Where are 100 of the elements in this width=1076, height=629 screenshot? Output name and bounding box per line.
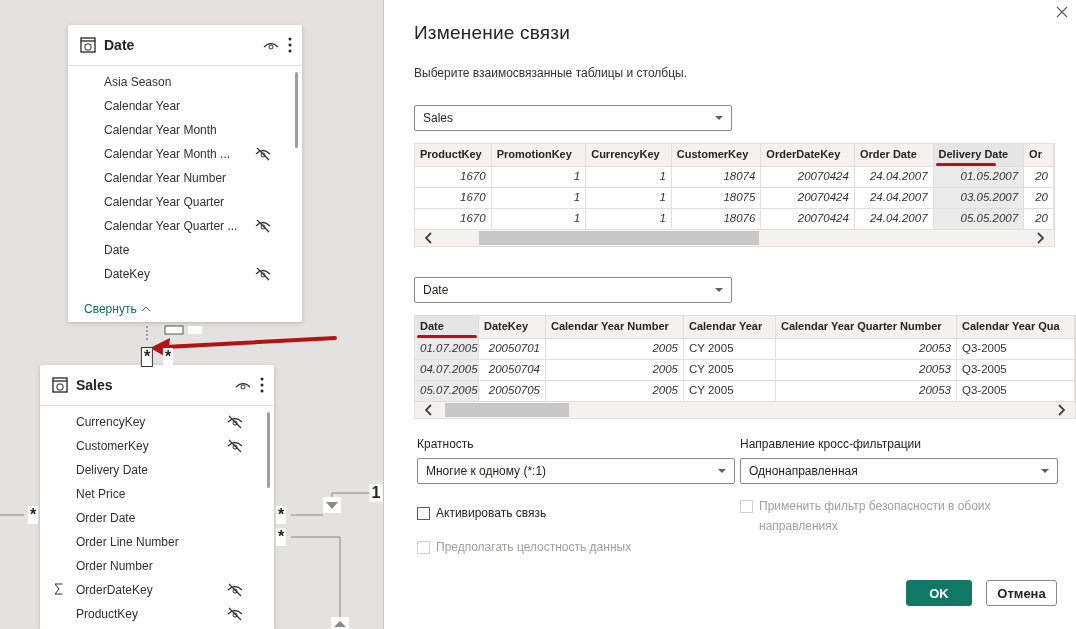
table-cell: 1670 [415,187,492,208]
chevron-up-icon[interactable] [140,306,151,312]
dropdown-caret-icon [1041,469,1049,473]
table-cell: 1 [491,166,587,187]
field-name[interactable]: DateKey [104,267,254,281]
field-name[interactable]: ProductKey [76,607,226,621]
table-card[interactable]: Sales CurrencyKey CustomerKey Delivery Date Net Price Order Date Order Line Number Order Number OrderDateKey ProductKey [40,365,274,629]
field-name[interactable]: Date [104,243,254,257]
table-cell: 20 [1024,166,1054,187]
checkbox[interactable] [417,507,430,520]
table-cell: CY 2005 [684,338,776,359]
table-title: Date [104,37,136,53]
more-options-icon[interactable] [260,377,264,393]
field-label: Направление кросс-фильтрации [740,437,922,451]
cardinality-dropdown[interactable]: Многие к одному (*:1) [417,458,735,484]
field-name[interactable]: Calendar Year Month ... [104,147,254,161]
column-header[interactable]: Date [415,316,479,338]
scroll-right-icon[interactable] [1036,232,1044,244]
scrollbar[interactable] [267,412,270,488]
close-icon[interactable] [1056,6,1068,18]
table-dropdown[interactable]: Sales [414,105,732,131]
field-name[interactable]: Order Number [76,559,226,573]
table-cell: 18075 [671,187,762,208]
hidden-eye-icon[interactable] [254,147,272,161]
table-title: Sales [76,377,114,393]
table-cell: 20053 [776,338,957,359]
scroll-left-icon[interactable] [425,404,433,416]
column-header[interactable]: Delivery Date [933,144,1025,166]
hidden-eye-icon[interactable] [226,607,244,621]
table-cell: 20050701 [479,338,546,359]
cancel-button[interactable]: Отмена [986,580,1057,606]
relationship-handle[interactable] [188,326,202,334]
ok-button[interactable]: OK [906,580,972,606]
hidden-eye-icon[interactable] [226,583,244,597]
dropdown-caret-icon [715,288,723,292]
table-cell: 1670 [415,166,492,187]
table-cell: 18074 [671,166,762,187]
table-cell: 1 [586,187,672,208]
table-cell: 20070424 [761,187,855,208]
table-icon [52,377,68,393]
scroll-left-icon[interactable] [425,232,433,244]
scrollbar-thumb[interactable] [445,403,569,417]
table-cell: 1 [491,208,587,229]
field-name[interactable]: Net Price [76,487,226,501]
dialog-subtitle: Выберите взаимосвязанные таблицы и столбцы. [414,66,689,80]
relationship-handle[interactable] [164,325,184,335]
table-cell: 01.07.2005 [415,338,479,359]
field-name[interactable]: Asia Season [104,75,254,89]
table-cell: CY 2005 [684,380,776,401]
scrollbar[interactable] [295,72,298,148]
hidden-eye-icon[interactable] [226,439,244,453]
scrollbar-thumb[interactable] [479,231,759,245]
field-name[interactable]: Calendar Year Month [104,123,254,137]
table-cell: CY 2005 [684,359,776,380]
field-name[interactable]: Calendar Year Quarter ... [104,219,254,233]
field-name[interactable]: CurrencyKey [76,415,226,429]
table-cell: 20070424 [761,166,855,187]
field-name[interactable]: CustomerKey [76,439,226,453]
table-cell: 20053 [776,380,957,401]
table-cell: 1670 [415,208,492,229]
table-cell: 20050705 [479,380,546,401]
table-cell: 04.07.2005 [415,359,479,380]
checkbox-label: Активировать связь [436,506,547,520]
field-name[interactable]: OrderDateKey [76,583,226,597]
cardinality-marker: * [27,506,39,524]
table-cell: 2005 [546,380,684,401]
collapse-link[interactable]: Свернуть [84,302,151,316]
hidden-eye-icon[interactable] [254,219,272,233]
table-cell: 03.05.2007 [933,187,1025,208]
table-cell: 20050704 [479,359,546,380]
table-card[interactable]: Date Asia Season Calendar Year Calendar Year Month Calendar Year Month ... Calendar Year Number Calendar Year Quarter Calendar Year Quarter ... Date DateKey Свернуть [68,25,302,322]
scroll-right-icon[interactable] [1057,404,1065,416]
table-cell: 20 [1024,187,1054,208]
hidden-eye-icon[interactable] [254,267,272,281]
table-cell: Q3-2005 [957,359,1075,380]
table-cell: Q3-2005 [957,338,1075,359]
table-cell: 01.05.2007 [933,166,1025,187]
hidden-eye-icon[interactable] [226,415,244,429]
table-cell: Q3-2005 [957,380,1075,401]
cardinality-marker: * [275,528,287,546]
more-options-icon[interactable] [288,37,292,53]
cardinality-marker: * [140,347,154,367]
dropdown-caret-icon [715,116,723,120]
field-name[interactable]: Calendar Year Number [104,171,254,185]
field-name[interactable]: Order Date [76,511,226,525]
table-cell: 05.05.2007 [933,208,1025,229]
checkbox-label: Применить фильтр безопасности в обоих направлениях [759,498,992,535]
table-icon [80,37,96,53]
table-dropdown[interactable]: Date [414,277,732,303]
table-cell: 18076 [671,208,762,229]
field-name[interactable]: Order Line Number [76,535,226,549]
field-name[interactable]: Calendar Year [104,99,254,113]
field-name[interactable]: Calendar Year Quarter [104,195,254,209]
filter-direction-icon [323,497,341,513]
table-cell: 1 [586,166,672,187]
cardinality-marker: * [162,348,174,366]
table-cell: 24.04.2007 [854,208,934,229]
cross-filter-dropdown[interactable]: Однонаправленная [740,458,1058,484]
field-name[interactable]: Delivery Date [76,463,226,477]
filter-direction-icon [331,617,349,629]
